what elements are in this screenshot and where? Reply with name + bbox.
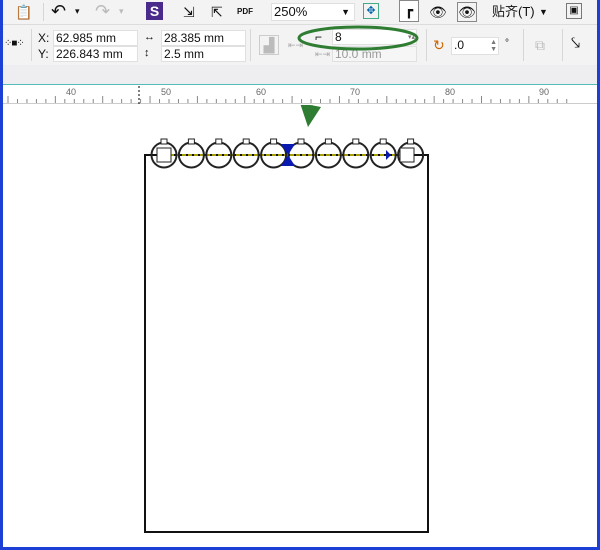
ruler-label: 80 <box>445 87 456 97</box>
y-label: Y: <box>38 47 49 61</box>
blend-node-handle[interactable] <box>407 138 415 145</box>
redo-icon[interactable]: ↷ <box>95 2 110 20</box>
copy-properties-icon[interactable]: ⧉ <box>535 36 545 54</box>
paste-icon[interactable]: 📋 <box>15 3 32 21</box>
divider <box>562 29 563 61</box>
app-launcher-icon[interactable]: S <box>146 2 163 20</box>
zoom-select[interactable]: 250% ▼ <box>271 3 355 21</box>
blend-steps-icon[interactable]: ▟ <box>259 35 279 55</box>
pdf-icon[interactable]: PDF <box>237 3 253 21</box>
drawing-canvas[interactable] <box>3 105 597 547</box>
y-value: 226.843 mm <box>56 47 123 61</box>
chevron-down-icon[interactable]: ▼ <box>539 3 548 21</box>
chevron-down-icon: ▼ <box>341 7 350 17</box>
y-position-field[interactable]: 226.843 mm <box>53 46 138 62</box>
snap-menu[interactable]: 贴齐(T) <box>492 5 535 19</box>
ruler-label: 40 <box>66 87 77 97</box>
standard-toolbar: 📋 ↶ ▾ ↷ ▾ S ⇲ ⇱ PDF 250% ▼ ✥ ┏ 👁 👁 贴齐(T) … <box>3 0 597 25</box>
degree-label: ° <box>505 38 509 49</box>
view-grid-icon[interactable]: 👁 <box>429 3 447 21</box>
x-value: 62.985 mm <box>56 31 117 45</box>
x-position-field[interactable]: 62.985 mm <box>53 30 138 46</box>
divider <box>250 29 251 61</box>
annotation-arrow-head <box>300 105 321 127</box>
property-bar: ⁘■⁘ X: 62.985 mm Y: 226.843 mm ↔ 28.385 … <box>3 25 597 65</box>
ruler-label: 70 <box>350 87 361 97</box>
height-icon: ↕ <box>144 47 150 59</box>
rotation-spinner[interactable]: ▲ ▼ <box>490 39 497 53</box>
ruler-label: 60 <box>256 87 267 97</box>
redo-dropdown-icon[interactable]: ▾ <box>119 2 124 20</box>
app-window: 📋 ↶ ▾ ↷ ▾ S ⇲ ⇱ PDF 250% ▼ ✥ ┏ 👁 👁 贴齐(T) … <box>3 0 597 547</box>
horizontal-ruler[interactable]: 40 50 60 70 80 90 <box>3 86 597 104</box>
blend-node-handle[interactable] <box>379 138 387 145</box>
blend-node-handle[interactable] <box>297 138 305 145</box>
divider <box>43 3 44 21</box>
undo-icon[interactable]: ↶ <box>51 2 66 20</box>
divider <box>523 29 524 61</box>
blend-node-handle[interactable] <box>324 138 332 145</box>
ruler-label: 90 <box>539 87 550 97</box>
highlight-ellipse <box>297 25 419 51</box>
blend-node-handle[interactable] <box>352 138 360 145</box>
width-field[interactable]: 28.385 mm <box>161 30 246 46</box>
width-value: 28.385 mm <box>164 31 225 45</box>
toolbar-spacer <box>3 65 597 85</box>
import-icon[interactable]: ⇲ <box>183 3 195 21</box>
start-object-handle[interactable] <box>156 147 172 163</box>
blend-node-handle[interactable] <box>187 138 195 145</box>
blend-node-handle[interactable] <box>160 138 168 145</box>
blend-node-handle[interactable] <box>215 138 223 145</box>
zoom-value: 250% <box>274 4 308 19</box>
options-icon[interactable]: ▣ <box>566 3 582 19</box>
blend-path-icon[interactable]: ⤥ <box>571 35 580 53</box>
zoom-fit-icon[interactable]: ✥ <box>363 3 379 19</box>
reference-point-icon[interactable]: ⁘■⁘ <box>4 35 25 53</box>
height-field[interactable]: 2.5 mm <box>161 46 246 62</box>
divider <box>31 29 32 61</box>
x-label: X: <box>38 31 50 45</box>
page-rectangle[interactable] <box>144 154 429 533</box>
rotation-field[interactable]: .0 ▲ ▼ <box>451 37 499 55</box>
blend-node-handle[interactable] <box>242 138 250 145</box>
page-frame-icon[interactable]: ┏ <box>399 0 419 22</box>
ruler-label: 50 <box>161 87 172 97</box>
undo-dropdown-icon[interactable]: ▾ <box>75 2 80 20</box>
blend-node-handle[interactable] <box>270 138 278 145</box>
height-value: 2.5 mm <box>164 47 205 61</box>
view-guides-icon[interactable]: 👁 <box>457 2 477 22</box>
drawing <box>144 105 429 533</box>
end-object-handle[interactable] <box>399 147 415 163</box>
rotation-value: .0 <box>454 38 465 52</box>
divider <box>426 29 427 61</box>
export-icon[interactable]: ⇱ <box>211 3 223 21</box>
rotate-icon: ↻ <box>433 37 445 53</box>
ruler-ticks <box>7 86 568 104</box>
